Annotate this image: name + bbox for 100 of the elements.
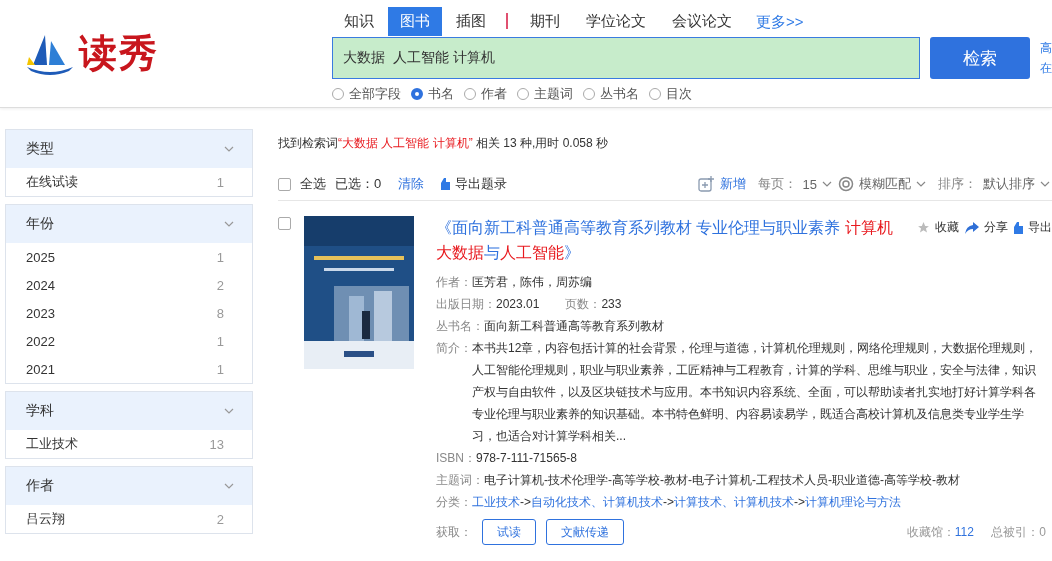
- sort-label: 排序：: [938, 175, 977, 193]
- filter-item[interactable]: 2024: [26, 277, 55, 293]
- class-link[interactable]: 自动化技术、计算机技术: [531, 491, 663, 513]
- field-label: 分类：: [436, 494, 472, 511]
- action-link[interactable]: 收藏: [935, 219, 959, 236]
- filter-item[interactable]: 工业技术: [26, 435, 78, 453]
- clear-link[interactable]: 清除: [398, 175, 425, 193]
- date-text: 2023.01: [496, 296, 540, 313]
- checkbox[interactable]: [278, 217, 291, 230]
- filter-item[interactable]: 2022: [26, 333, 55, 349]
- chevron-down-icon: [224, 483, 234, 489]
- category-tab[interactable]: 图书: [388, 7, 442, 36]
- class-link[interactable]: 计算技术、计算机技术: [674, 491, 795, 513]
- action-link[interactable]: 导出: [1028, 219, 1052, 236]
- add-icon: [697, 175, 715, 193]
- book-title-link[interactable]: 《面向新工科普通高等教育系列教材 专业伦理与职业素养 计算机 大数据与人工智能》: [436, 215, 898, 265]
- search-button[interactable]: 检索: [930, 37, 1030, 79]
- field-label: 获取：: [436, 523, 472, 541]
- subject-text: 电子计算机-技术伦理学-高等学校-教材-电子计算机-工程技术人员-职业道德-高等学校-教材: [484, 472, 960, 489]
- radio-label: 丛书名: [600, 85, 639, 103]
- chevron-down-icon: [224, 146, 234, 152]
- category-tab[interactable]: 学位论文: [574, 7, 658, 36]
- action-link[interactable]: 分享: [984, 219, 1008, 236]
- star-icon: [917, 221, 930, 234]
- side-link[interactable]: 高: [1040, 38, 1052, 58]
- radio-label: 作者: [481, 85, 507, 103]
- class-link[interactable]: 计算机理论与方法: [805, 491, 902, 513]
- panel-header[interactable]: 学科: [6, 392, 252, 430]
- filter-count: 1: [216, 249, 224, 265]
- stat-value[interactable]: 112: [954, 524, 974, 539]
- panel-title: 类型: [26, 140, 54, 158]
- result-summary: 找到检索词“大数据 人工智能 计算机” 相关 13 种,用时 0.058 秒: [278, 135, 610, 152]
- filter-count: 1: [216, 174, 224, 190]
- pages-text: 233: [601, 296, 622, 313]
- separator-text: ->: [663, 494, 675, 511]
- side-link[interactable]: 在: [1040, 58, 1052, 78]
- radio-label: 书名: [428, 85, 454, 103]
- chevron-down-icon: [1040, 181, 1050, 187]
- panel-header[interactable]: 作者: [6, 467, 252, 505]
- class-link[interactable]: 工业技术: [472, 491, 520, 513]
- stat-label: 总被引：: [991, 524, 1040, 539]
- sort-dropdown[interactable]: 默认排序: [983, 175, 1050, 193]
- radio-button[interactable]: [411, 88, 423, 100]
- stat-label: 收藏馆：: [906, 524, 955, 539]
- filter-count: 2: [216, 511, 224, 527]
- stat-value: 0: [1039, 524, 1046, 539]
- selected-count: 已选：0: [335, 175, 382, 193]
- match-dropdown[interactable]: 模糊匹配: [859, 175, 926, 193]
- radio-label: 主题词: [534, 85, 573, 103]
- more-link[interactable]: 更多>>: [746, 7, 814, 36]
- field-label: ISBN：: [436, 450, 476, 467]
- field-label: 页数：: [565, 296, 602, 313]
- chevron-down-icon: [822, 181, 832, 187]
- filter-item[interactable]: 在线试读: [26, 173, 78, 191]
- category-tab[interactable]: 会议论文: [660, 7, 744, 36]
- filter-count: 13: [209, 436, 224, 452]
- filter-item[interactable]: 吕云翔: [26, 510, 65, 528]
- add-link[interactable]: 新增: [719, 175, 746, 193]
- separator-text: ->: [520, 494, 531, 511]
- filter-count: 1: [216, 361, 224, 377]
- field-label: 主题词：: [436, 472, 484, 489]
- author-text: 匡芳君，陈伟，周苏编: [472, 274, 592, 291]
- field-label: 丛书名：: [436, 318, 484, 335]
- filter-count: 2: [216, 277, 224, 293]
- target-icon: [838, 176, 854, 192]
- category-tab[interactable]: 知识: [332, 7, 386, 36]
- series-text: 面向新工科普通高等教育系列教材: [484, 318, 664, 335]
- chevron-down-icon: [224, 408, 234, 414]
- chevron-down-icon: [224, 221, 234, 227]
- checkbox[interactable]: [278, 177, 291, 191]
- field-label: 出版日期：: [436, 296, 496, 313]
- logo-text: 读秀: [79, 31, 159, 76]
- chevron-down-icon: [916, 181, 926, 187]
- abstract-text: 本书共12章，内容包括计算的社会背景，伦理与道德，计算机伦理规则，网络伦理规则，大数据伦理规则，人工智能伦理规则，职业与职业素养，工匠精神与工程教育，计算的学科、思维与职业，安全与法律，知识产权与自由软件，以及区块链技术与应用。本书知识内容系统、全面，可以帮助读者扎实地打好计算学科各专业伦理与职业素养的知识基础。本书特色鲜明、内容易读易学，既适合高校计算机及信息类专业学生学习，也适合对计算学科相关...: [472, 340, 1039, 445]
- access-button[interactable]: 试读: [482, 519, 536, 545]
- filter-count: 8: [216, 305, 224, 321]
- panel-header[interactable]: 年份: [6, 205, 252, 243]
- per-page-label: 每页：: [757, 175, 797, 193]
- field-label: 作者：: [436, 274, 472, 291]
- filter-item[interactable]: 2021: [26, 361, 55, 377]
- separator-text: ->: [794, 494, 806, 511]
- thumb-icon: [441, 178, 451, 190]
- filter-count: 1: [216, 333, 224, 349]
- field-label: 简介：: [436, 340, 472, 357]
- select-all-label: 全选: [300, 175, 326, 193]
- panel-title: 学科: [26, 402, 54, 420]
- share-arrow-icon: [965, 221, 979, 234]
- category-tab[interactable]: 插图: [444, 7, 498, 36]
- access-button[interactable]: 文献传递: [546, 519, 624, 545]
- panel-title: 作者: [26, 477, 54, 495]
- panel-header[interactable]: 类型: [6, 130, 252, 168]
- radio-label: 全部字段: [349, 85, 401, 103]
- filter-item[interactable]: 2025: [26, 249, 55, 265]
- export-link[interactable]: 导出题录: [455, 175, 508, 193]
- category-tab[interactable]: 期刊: [518, 7, 572, 36]
- filter-item[interactable]: 2023: [26, 305, 55, 321]
- search-field[interactable]: 大数据 人工智能 计算机: [332, 37, 920, 79]
- radio-label: 目次: [666, 85, 692, 103]
- per-page-dropdown[interactable]: 15: [802, 176, 832, 192]
- isbn-text: 978-7-111-71565-8: [476, 450, 577, 467]
